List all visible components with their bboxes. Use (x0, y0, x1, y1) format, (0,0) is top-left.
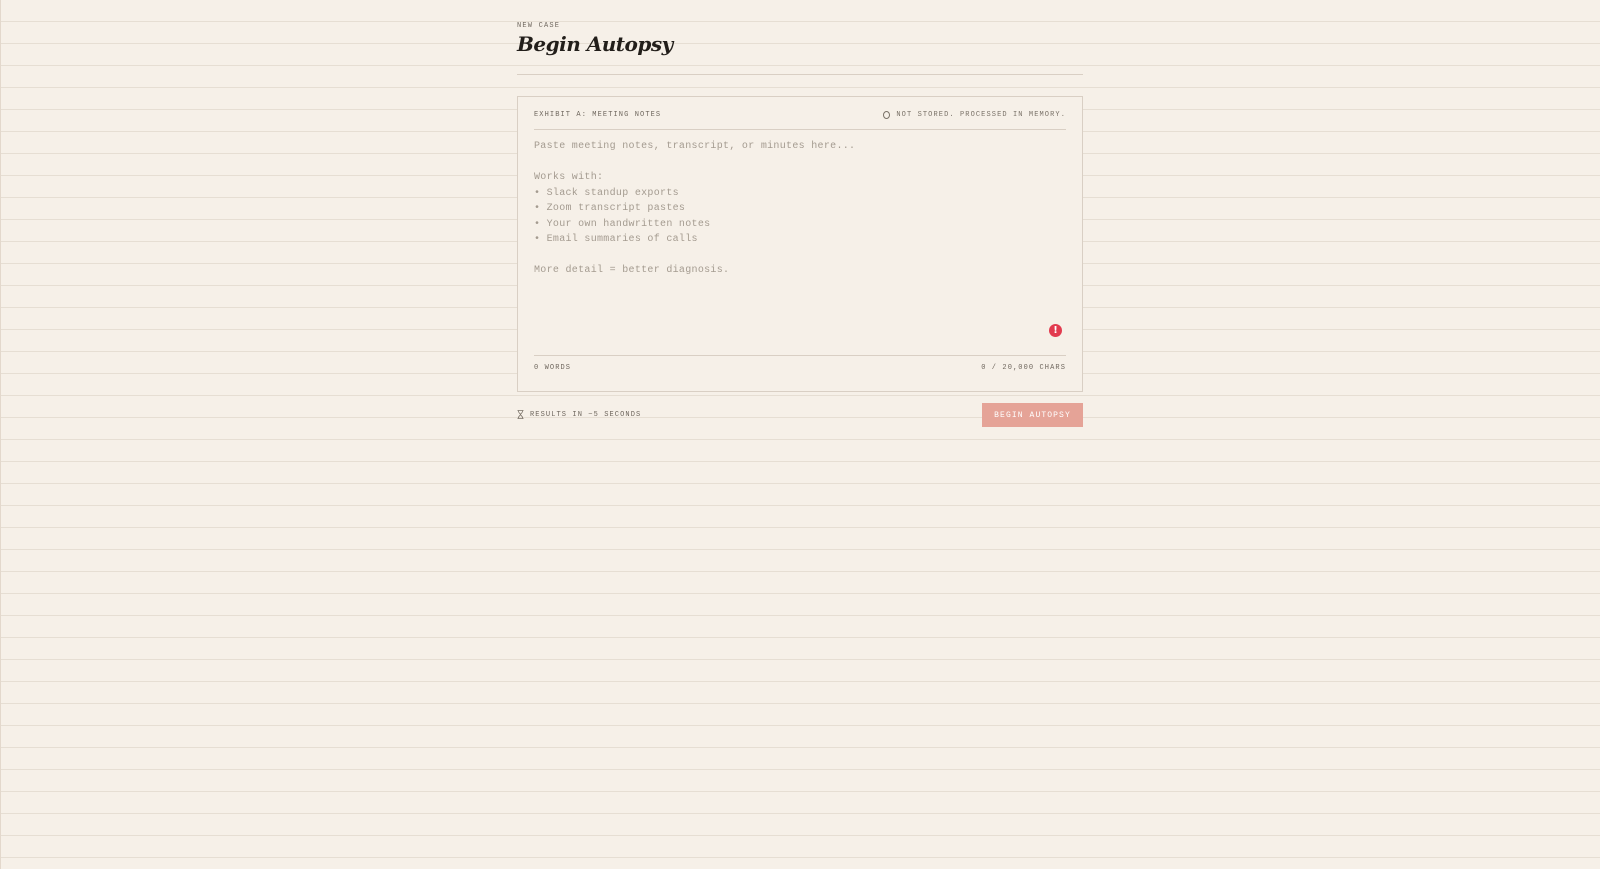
begin-autopsy-button[interactable]: BEGIN AUTOPSY (982, 403, 1083, 427)
page-margin-line (0, 0, 1, 869)
privacy-note: NOT STORED. PROCESSED IN MEMORY. (883, 110, 1066, 119)
exhibit-label: EXHIBIT A: MEETING NOTES (534, 111, 662, 119)
page-title: Begin Autopsy (517, 32, 673, 56)
panel-header: EXHIBIT A: MEETING NOTES NOT STORED. PRO… (534, 110, 1066, 130)
privacy-note-text: NOT STORED. PROCESSED IN MEMORY. (896, 111, 1066, 119)
char-count: 0 / 20,000 CHARS (981, 364, 1066, 372)
hourglass-icon (517, 410, 524, 419)
alert-icon[interactable]: ! (1049, 324, 1062, 337)
results-eta: RESULTS IN ~5 SECONDS (517, 410, 641, 419)
circle-icon (883, 110, 891, 119)
title-divider (517, 74, 1083, 75)
section-eyebrow: NEW CASE (517, 22, 561, 30)
notes-panel: EXHIBIT A: MEETING NOTES NOT STORED. PRO… (517, 96, 1083, 392)
word-count: 0 WORDS (534, 364, 572, 372)
panel-footer: 0 WORDS 0 / 20,000 CHARS (534, 355, 1066, 376)
results-eta-text: RESULTS IN ~5 SECONDS (530, 410, 642, 419)
meeting-notes-input[interactable] (534, 139, 1066, 339)
